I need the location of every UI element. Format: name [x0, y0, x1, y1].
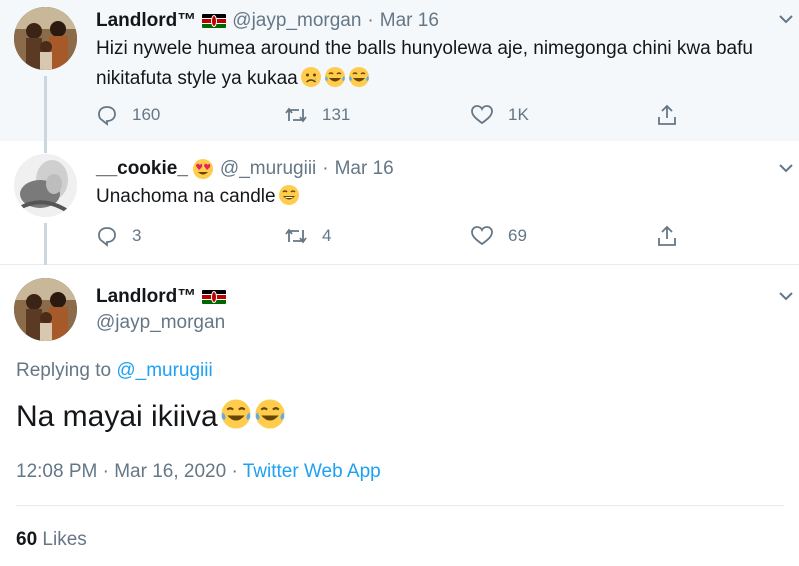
divider — [16, 505, 784, 506]
tears-of-joy-emoji-icon — [324, 67, 345, 87]
likes-label: Likes — [42, 529, 87, 550]
handle-line: @jayp_morgan — [96, 312, 225, 334]
tweet-actions: 160 131 1K — [96, 104, 696, 130]
separator-dot: · — [231, 461, 238, 482]
reply-icon — [98, 106, 116, 126]
separator-dot: · — [367, 10, 374, 31]
handle[interactable]: @_murugiii — [220, 158, 316, 180]
share-icon — [658, 225, 676, 246]
main-tweet-text: Na mayai ikiiva — [16, 398, 286, 434]
display-name[interactable]: __cookie_ — [96, 158, 188, 180]
like-button[interactable]: 69 — [470, 225, 527, 247]
avatar[interactable] — [14, 7, 77, 70]
retweet-button[interactable]: 131 — [284, 104, 350, 126]
thread-line — [44, 141, 47, 153]
tweet-source-link[interactable]: Twitter Web App — [243, 461, 381, 482]
like-count: 69 — [508, 226, 527, 245]
like-count: 1K — [508, 105, 529, 124]
handle[interactable]: @jayp_morgan — [232, 10, 361, 32]
heart-icon — [471, 226, 493, 246]
tweet-meta: 12:08 PM · Mar 16, 2020 · Twitter Web Ap… — [16, 461, 381, 483]
tweet-text: Hizi nywele humea around the balls hunyo… — [96, 34, 776, 94]
retweet-count: 131 — [322, 105, 351, 124]
tweet-text-content: Unachoma na candle — [96, 186, 276, 207]
retweet-icon — [285, 228, 307, 244]
thread-line — [44, 223, 47, 265]
chevron-down-icon[interactable] — [777, 12, 795, 26]
handle[interactable]: @jayp_morgan — [96, 312, 225, 334]
avatar[interactable] — [14, 278, 77, 341]
display-name[interactable]: Landlord™ — [96, 10, 196, 32]
like-button[interactable]: 1K — [470, 104, 529, 126]
tweet-full-date[interactable]: Mar 16, 2020 — [114, 461, 226, 482]
likes-summary[interactable]: 60 Likes — [16, 529, 87, 551]
worried-face-emoji-icon — [300, 67, 321, 87]
tweet-landlord-first[interactable]: Landlord™ @jayp_morgan · Mar 16 Hizi nyw… — [0, 0, 799, 141]
heart-eyes-emoji-icon — [192, 159, 213, 179]
tweet-actions: 3 4 69 — [96, 225, 696, 251]
tears-of-joy-emoji-icon — [221, 399, 251, 429]
tweet-date[interactable]: Mar 16 — [335, 158, 394, 180]
reply-icon — [98, 227, 116, 247]
tweet-time[interactable]: 12:08 PM — [16, 461, 97, 482]
reply-button[interactable]: 160 — [96, 104, 160, 126]
heart-icon — [471, 105, 493, 125]
reply-button[interactable]: 3 — [96, 225, 141, 247]
tweet-text: Unachoma na candle — [96, 182, 776, 212]
replying-prefix: Replying to — [16, 360, 112, 381]
tweet-text-content: Hizi nywele humea around the balls hunyo… — [96, 38, 753, 89]
tweet-header: Landlord™ — [96, 286, 227, 308]
main-tweet-text-content: Na mayai ikiiva — [16, 400, 218, 433]
display-name[interactable]: Landlord™ — [96, 286, 196, 308]
tweet-cookie[interactable]: __cookie_ @_murugiii · Mar 16 Unachoma n… — [0, 141, 799, 265]
replying-to: Replying to @_murugiii — [16, 360, 213, 382]
kenya-flag-icon — [202, 14, 227, 28]
reply-count: 160 — [132, 105, 161, 124]
thread-line — [44, 76, 47, 141]
retweet-button[interactable]: 4 — [284, 225, 331, 247]
reply-count: 3 — [132, 226, 142, 245]
chevron-down-icon[interactable] — [777, 161, 795, 175]
grinning-face-emoji-icon — [278, 185, 299, 205]
share-button[interactable] — [656, 104, 678, 126]
main-tweet: Landlord™ @jayp_morgan Replying to @_mur… — [0, 265, 799, 566]
avatar[interactable] — [14, 154, 77, 217]
replying-mention-link[interactable]: @_murugiii — [116, 360, 212, 381]
separator-dot: · — [322, 158, 329, 179]
tears-of-joy-emoji-icon — [348, 67, 369, 87]
share-icon — [658, 104, 676, 125]
likes-count: 60 — [16, 529, 38, 550]
retweet-count: 4 — [322, 226, 332, 245]
chevron-down-icon[interactable] — [777, 289, 795, 303]
kenya-flag-icon — [202, 290, 227, 304]
tweet-date[interactable]: Mar 16 — [380, 10, 439, 32]
tears-of-joy-emoji-icon — [255, 399, 285, 429]
tweet-header: Landlord™ @jayp_morgan · Mar 16 — [96, 10, 439, 32]
tweet-header: __cookie_ @_murugiii · Mar 16 — [96, 158, 394, 180]
separator-dot: · — [102, 461, 109, 482]
share-button[interactable] — [656, 225, 678, 247]
retweet-icon — [285, 107, 307, 123]
